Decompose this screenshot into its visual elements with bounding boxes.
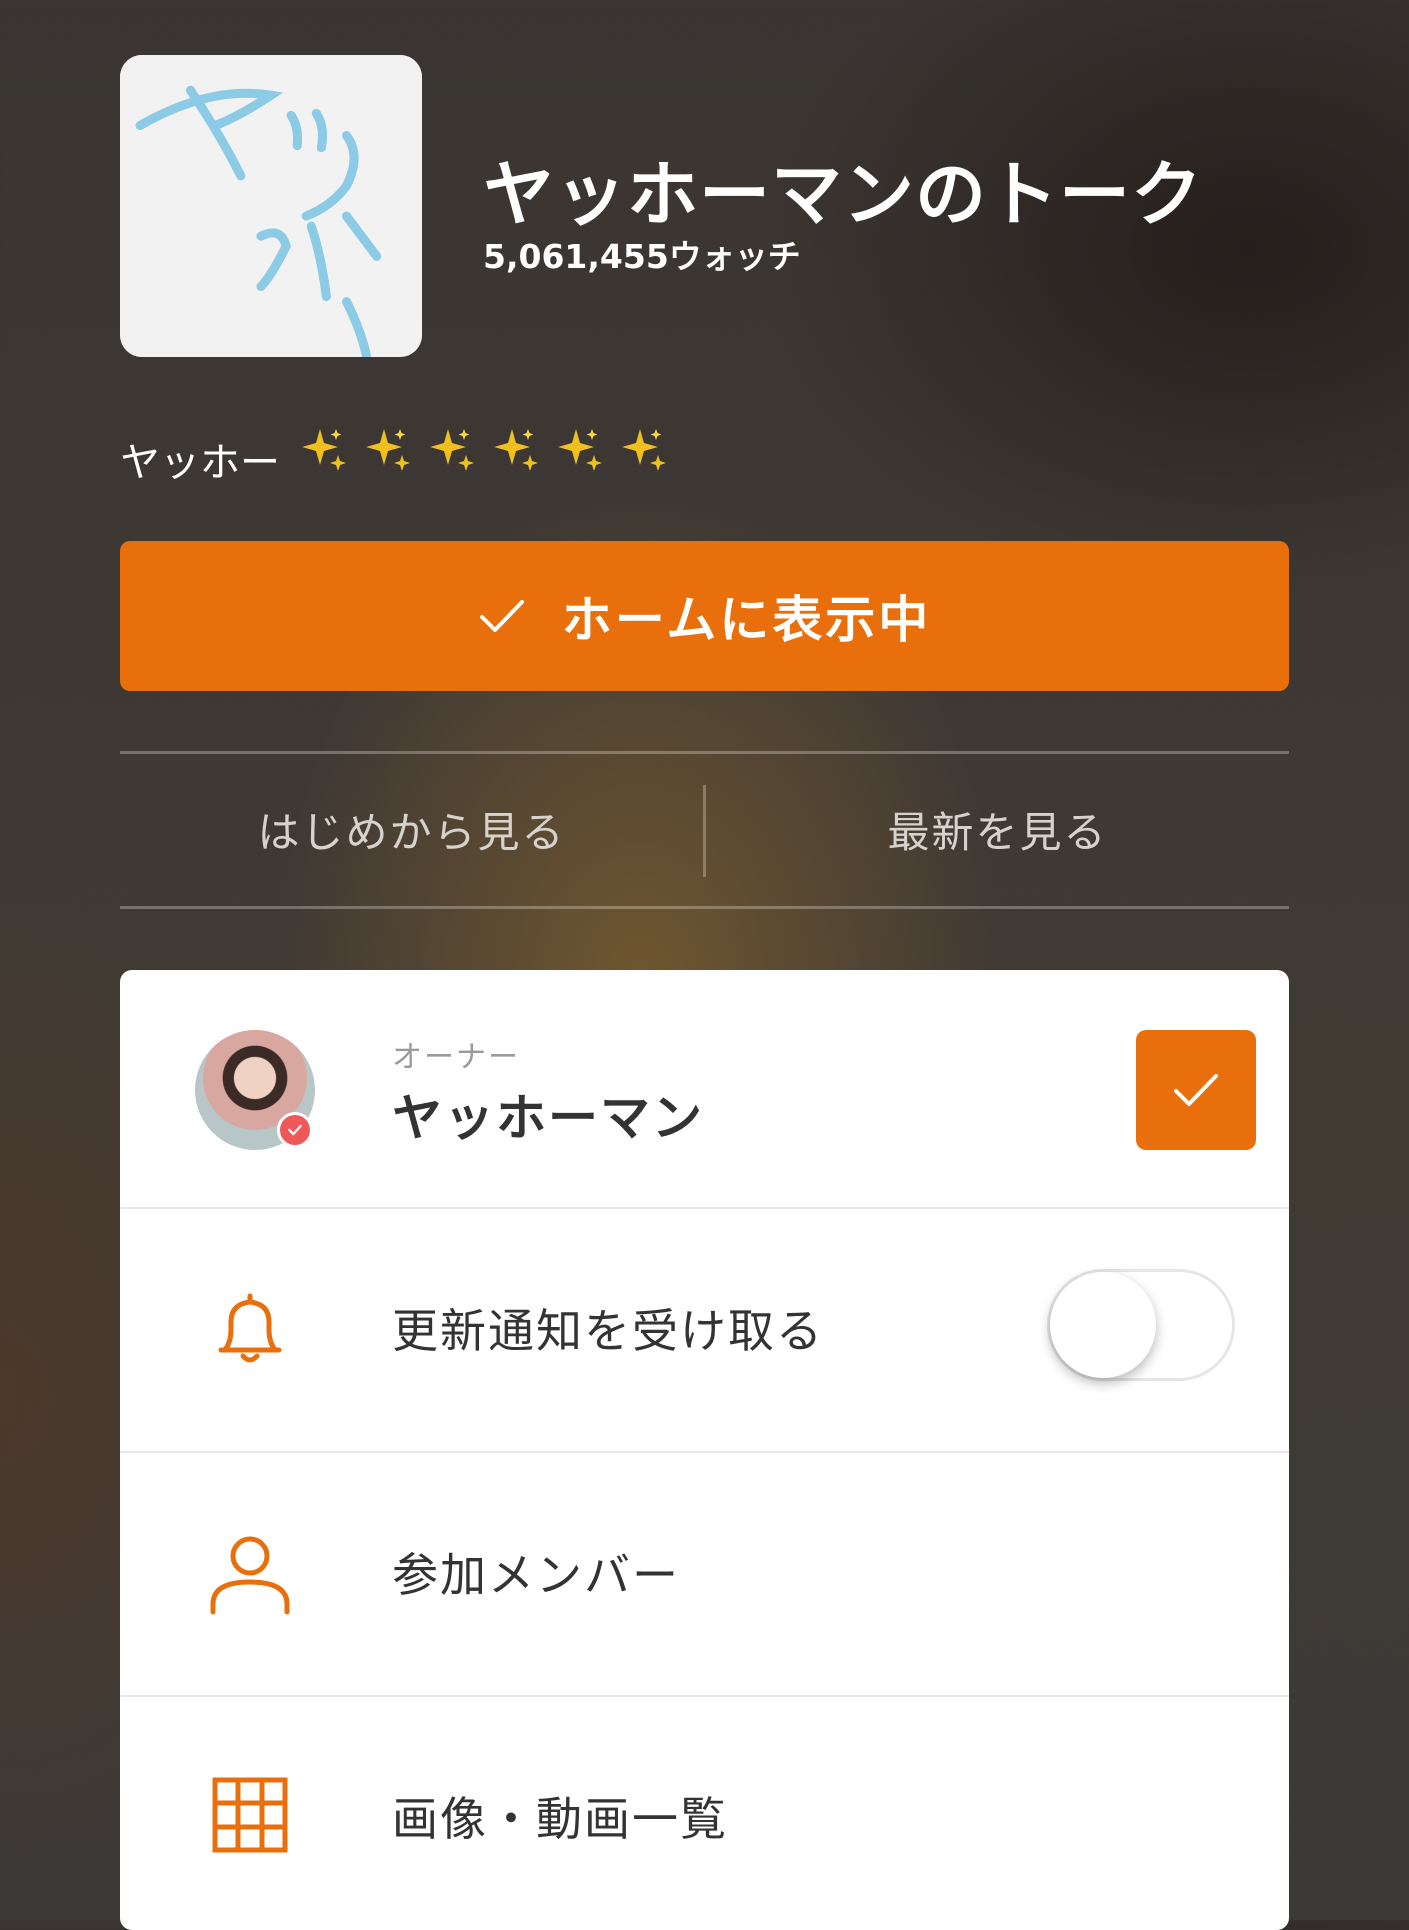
show-on-home-label: ホームに表示中 xyxy=(561,591,932,649)
owner-follow-check-button[interactable] xyxy=(1136,1030,1256,1150)
members-label: 参加メンバー xyxy=(392,1548,680,1602)
calligraphy-logo xyxy=(120,55,422,357)
watch-count: 5,061,455ウォッチ xyxy=(483,237,801,276)
talk-cover-image[interactable] xyxy=(120,55,422,357)
view-from-start-link[interactable]: はじめから見る xyxy=(120,752,703,907)
owner-avatar[interactable] xyxy=(195,1030,315,1150)
sparkles-emoji-row xyxy=(298,425,668,475)
owner-name: ヤッホーマン xyxy=(392,1089,704,1147)
notifications-toggle[interactable] xyxy=(1047,1269,1235,1381)
media-list-row[interactable]: 画像・動画一覧 xyxy=(120,1695,1289,1930)
talk-title: ヤッホーマンのトーク xyxy=(483,153,1204,236)
talk-description: ヤッホー xyxy=(120,440,280,486)
notifications-row[interactable]: 更新通知を受け取る xyxy=(120,1207,1289,1453)
toggle-knob xyxy=(1050,1272,1156,1378)
sparkles-icon xyxy=(558,429,602,471)
members-row[interactable]: 参加メンバー xyxy=(120,1451,1289,1697)
sparkles-icon xyxy=(494,429,538,471)
checkmark-icon xyxy=(479,600,524,632)
checkmark-icon xyxy=(1174,1074,1218,1106)
grid-icon xyxy=(205,1770,295,1860)
media-list-label: 画像・動画一覧 xyxy=(392,1792,728,1846)
sparkles-icon xyxy=(302,429,346,471)
divider-bottom xyxy=(120,906,1289,909)
person-icon xyxy=(205,1528,295,1618)
bell-icon xyxy=(205,1284,295,1374)
verified-badge-icon xyxy=(277,1112,313,1148)
sparkles-icon xyxy=(622,429,666,471)
show-on-home-button[interactable]: ホームに表示中 xyxy=(120,541,1289,691)
view-latest-link[interactable]: 最新を見る xyxy=(706,752,1289,907)
talk-info-card: オーナー ヤッホーマン 更新通知を受け取る 参加メンバー 画像・動画一覧 xyxy=(120,970,1289,1930)
notifications-label: 更新通知を受け取る xyxy=(392,1304,824,1358)
owner-row[interactable]: オーナー ヤッホーマン xyxy=(120,970,1289,1209)
owner-caption: オーナー xyxy=(392,1040,520,1075)
sparkles-icon xyxy=(430,429,474,471)
sparkles-icon xyxy=(366,429,410,471)
